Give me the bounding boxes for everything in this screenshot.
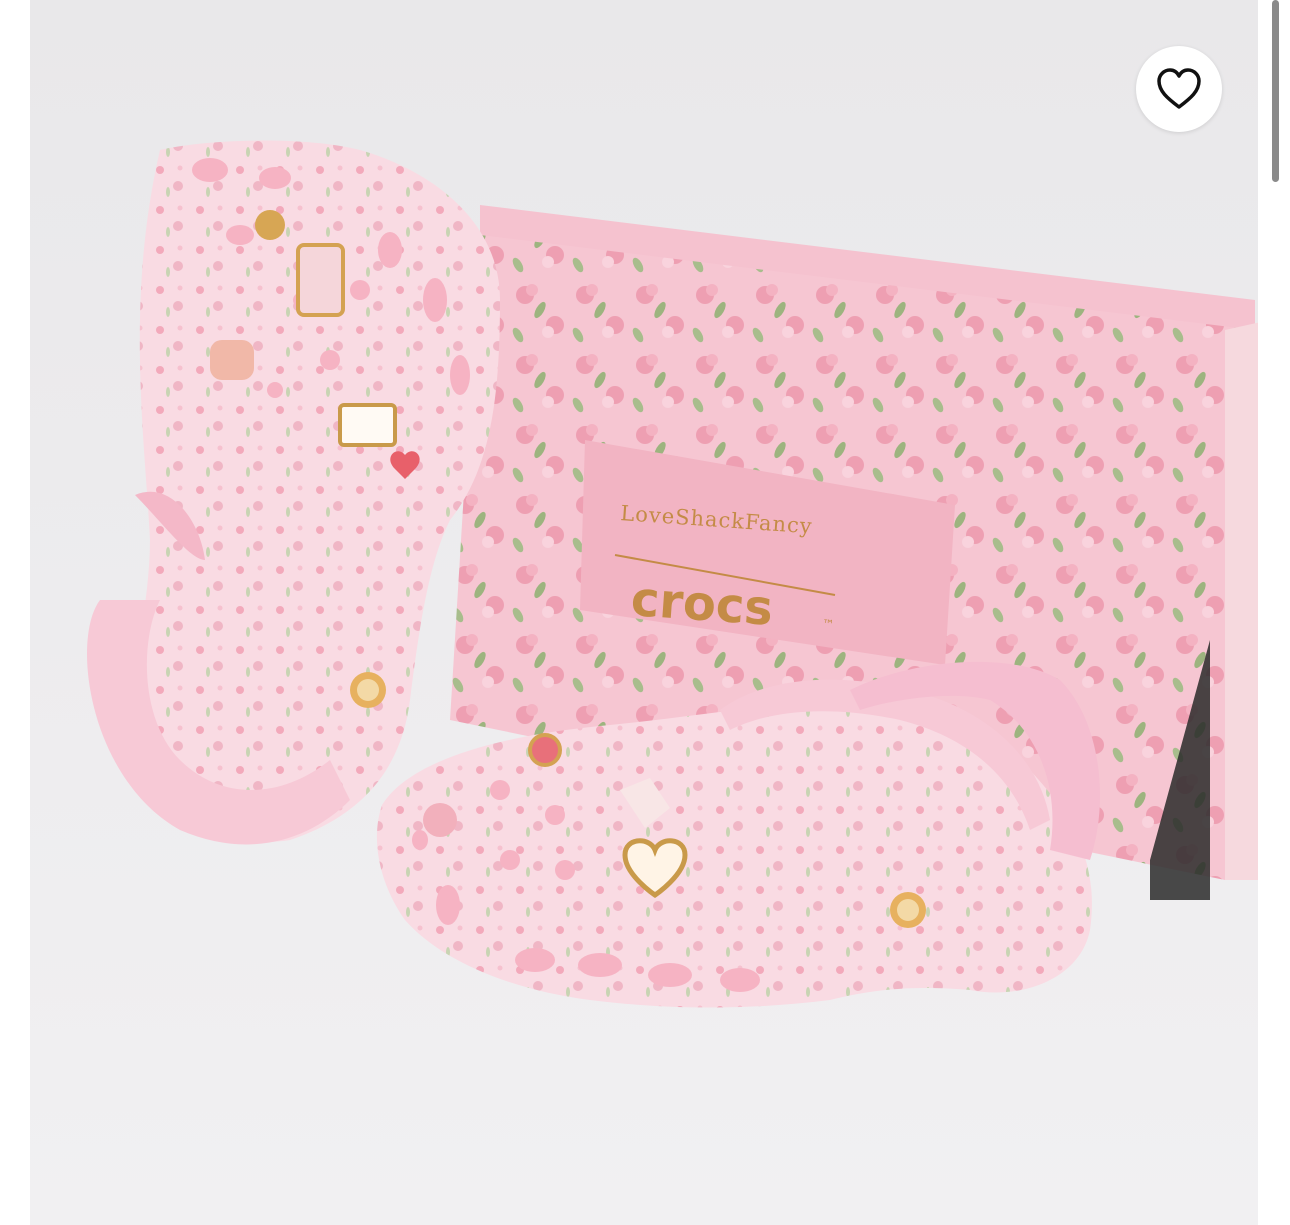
product-photo: LoveShackFancy crocs ™ xyxy=(30,0,1258,1225)
vertical-scrollbar[interactable] xyxy=(1271,0,1290,1225)
box-brand-name: crocs xyxy=(629,571,775,637)
favorite-button[interactable] xyxy=(1136,46,1222,132)
box-trademark: ™ xyxy=(822,617,835,632)
heart-outline-icon xyxy=(1157,68,1201,109)
scrollbar-thumb[interactable] xyxy=(1272,0,1279,182)
